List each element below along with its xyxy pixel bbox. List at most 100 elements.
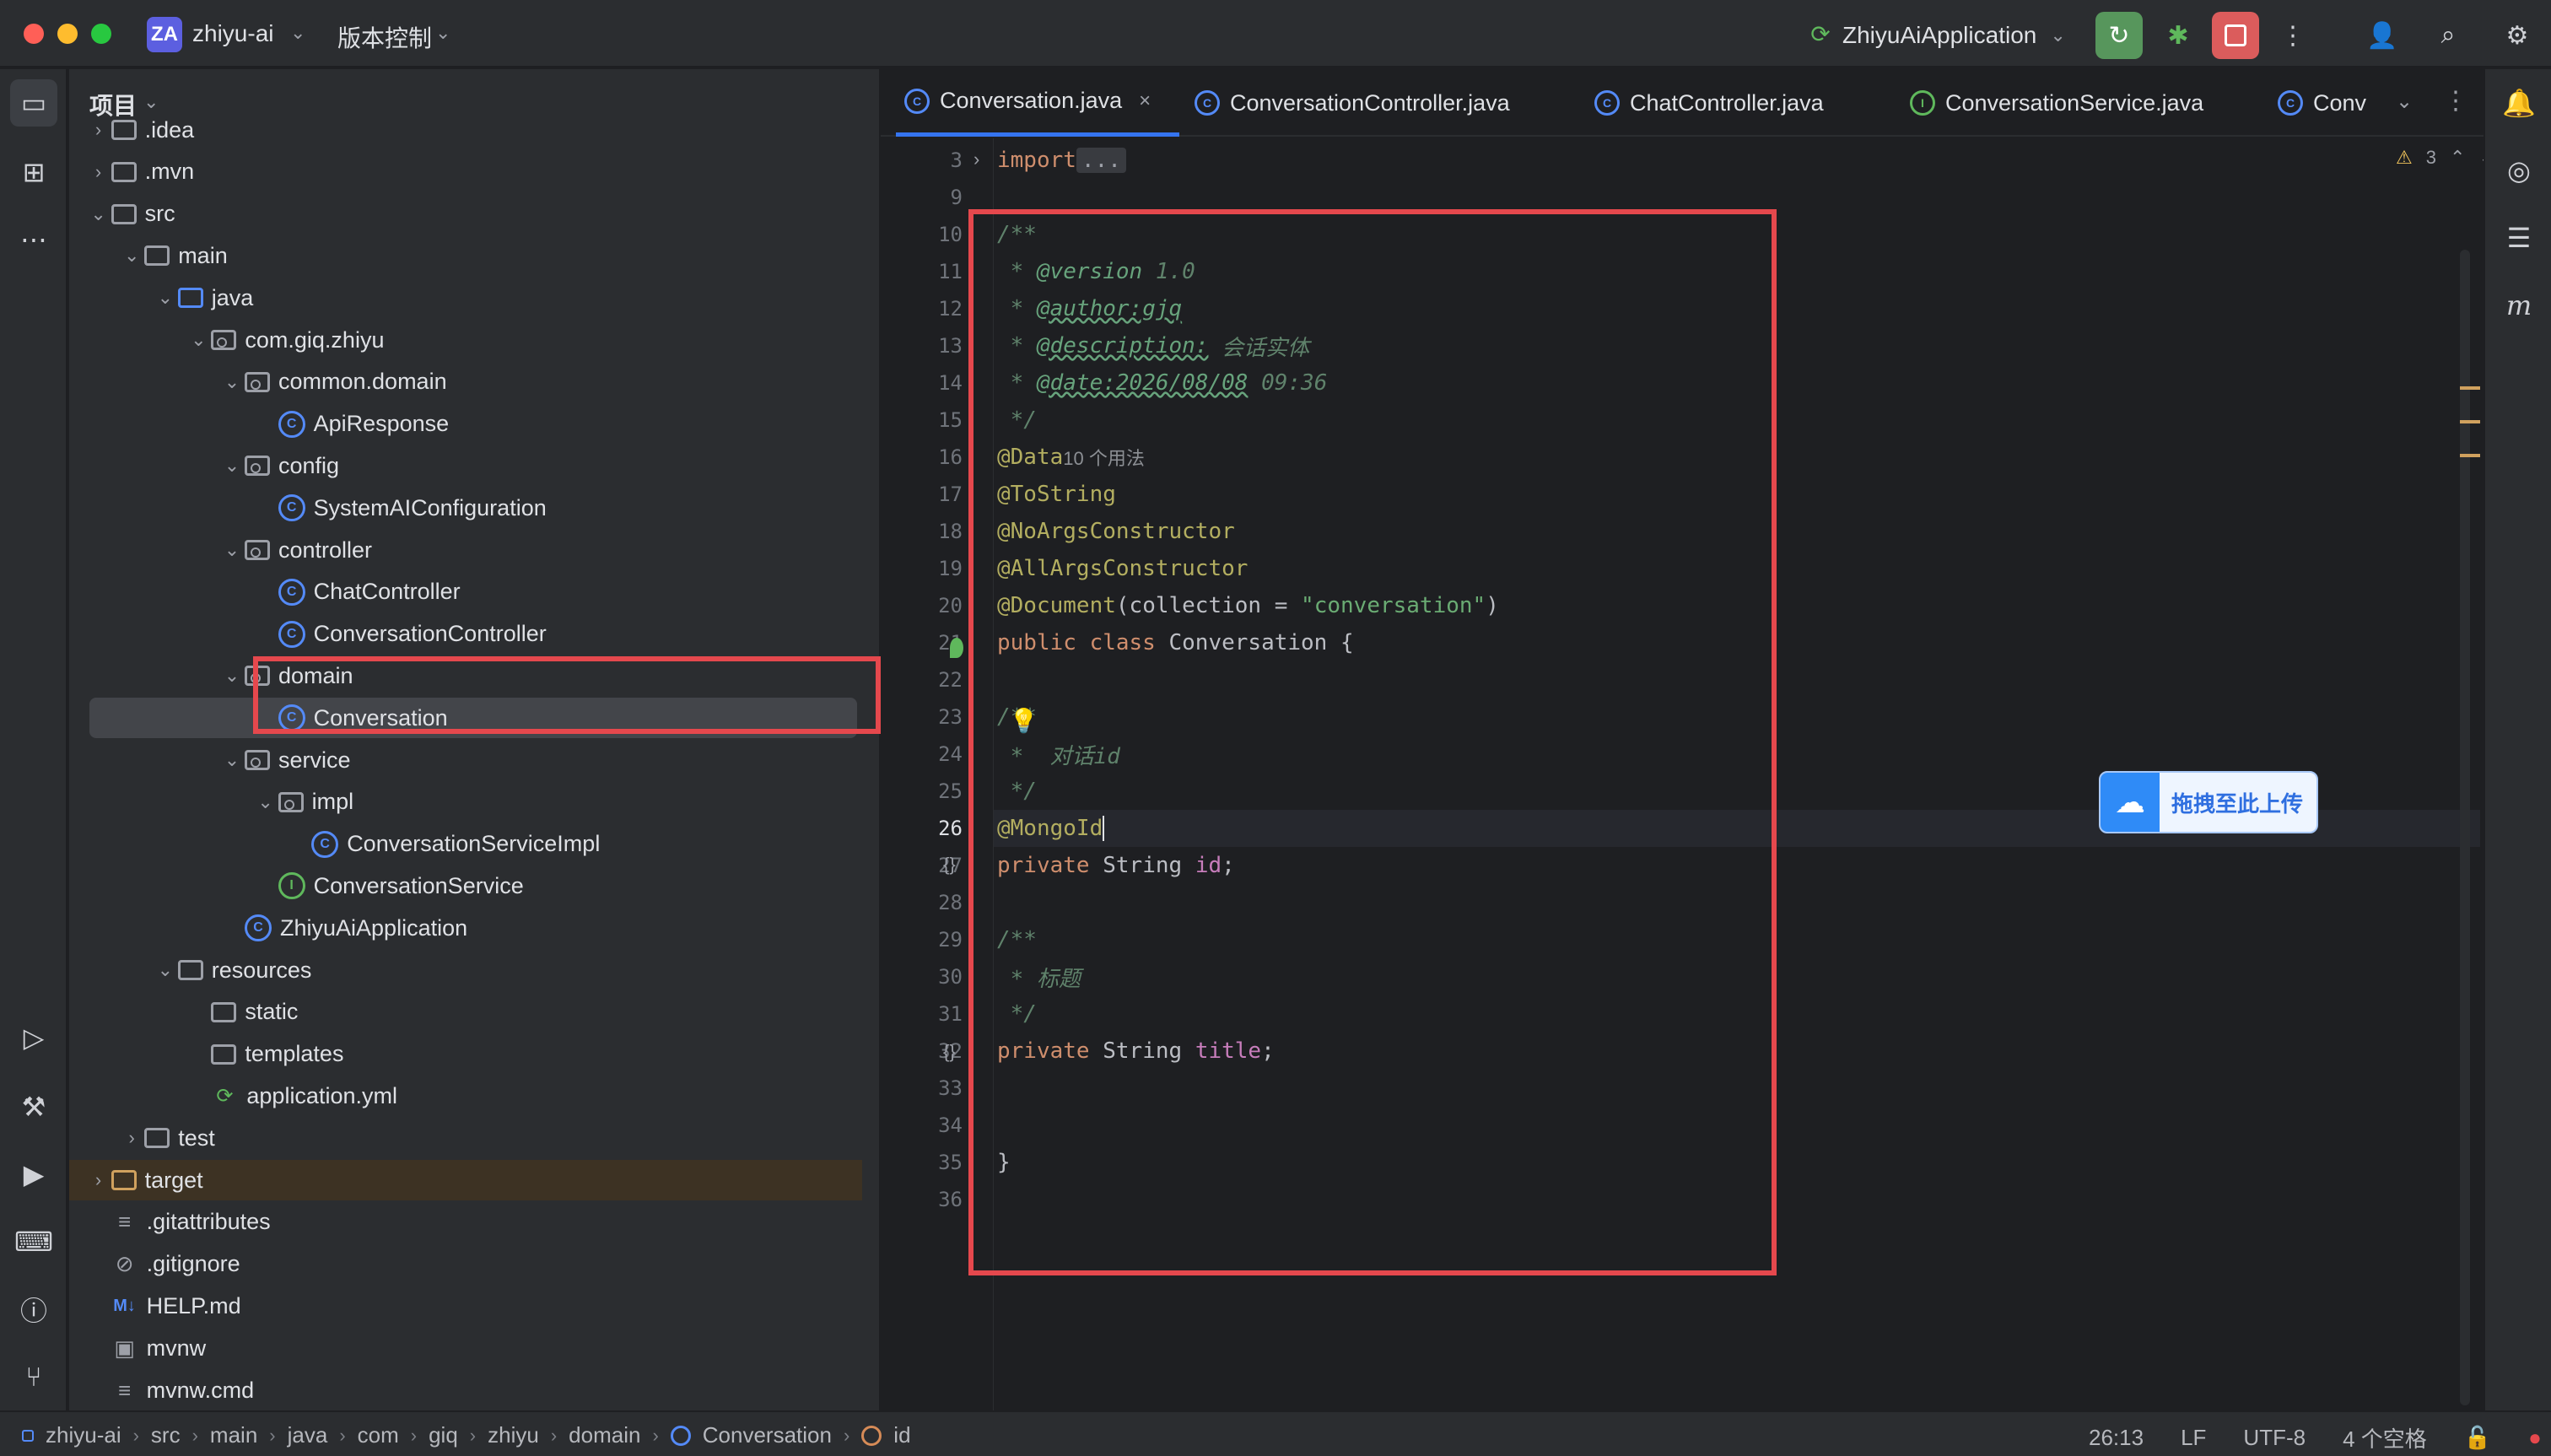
indent-setting[interactable]: 4 个空格: [2343, 1422, 2427, 1453]
chevron-right-icon[interactable]: ›: [86, 119, 111, 141]
tree-item[interactable]: ⌄ controller: [69, 530, 862, 570]
project-name[interactable]: zhiyu-ai: [192, 20, 273, 47]
vcs-menu[interactable]: 版本控制: [337, 20, 432, 54]
chevron-down-icon[interactable]: ⌄: [153, 287, 178, 309]
tree-item[interactable]: ⌄ com.giq.zhiyu: [69, 320, 862, 360]
project-tool-button[interactable]: ▭: [10, 79, 57, 127]
terminal-tool-button[interactable]: ⌨: [10, 1218, 57, 1265]
run-config-selector[interactable]: ⟳ ZhiyuAiApplication ⌄: [1805, 19, 2066, 52]
editor-tab[interactable]: C Conv: [2278, 69, 2366, 137]
build-tool-button[interactable]: ⚒: [10, 1083, 57, 1130]
chevron-down-icon[interactable]: ⌄: [153, 959, 178, 981]
breadcrumb-item[interactable]: java: [288, 1422, 328, 1448]
chevron-down-icon[interactable]: ⌄: [219, 455, 245, 477]
tree-item[interactable]: ⌄ common.domain: [69, 362, 862, 402]
tree-item[interactable]: ⌄ main: [69, 235, 862, 276]
tree-item[interactable]: › .idea: [69, 110, 862, 150]
inspection-widget[interactable]: ⚠ 3 ⌃ ⌄: [2396, 147, 2494, 169]
scroll-marker[interactable]: [2460, 420, 2480, 423]
breadcrumb-item[interactable]: zhiyu-ai: [46, 1422, 121, 1448]
close-window-button[interactable]: [24, 24, 44, 44]
chevron-down-icon[interactable]: ⌄: [219, 539, 245, 561]
chevron-right-icon[interactable]: ›: [86, 1169, 111, 1191]
ai-assistant-button[interactable]: ◎: [2497, 148, 2541, 192]
breadcrumb-item[interactable]: zhiyu: [488, 1422, 539, 1448]
chevron-down-icon[interactable]: ⌄: [253, 791, 278, 813]
lock-icon[interactable]: 🔓: [2464, 1425, 2491, 1451]
upload-drop-widget[interactable]: ☁ 拖拽至此上传: [2099, 771, 2318, 833]
editor-tab[interactable]: C ConversationController.java: [1195, 69, 1510, 137]
scroll-marker[interactable]: [2460, 386, 2480, 390]
zoom-window-button[interactable]: [91, 24, 111, 44]
tree-item[interactable]: ⟳ application.yml: [69, 1076, 862, 1116]
tree-item[interactable]: templates: [69, 1034, 862, 1075]
error-icon[interactable]: ●: [2528, 1425, 2542, 1451]
code-line[interactable]: import ...: [997, 142, 1126, 179]
breadcrumb-item[interactable]: id: [893, 1422, 910, 1448]
tree-item[interactable]: › test: [69, 1118, 862, 1158]
tree-item[interactable]: ⌄ config: [69, 445, 862, 486]
breadcrumb-item[interactable]: main: [210, 1422, 257, 1448]
breadcrumb-item[interactable]: giq: [429, 1422, 458, 1448]
git-tool-button[interactable]: ⑂: [10, 1353, 57, 1400]
settings-button[interactable]: ⚙: [2494, 12, 2541, 59]
problems-tool-button[interactable]: ⓘ: [10, 1286, 57, 1333]
minimize-window-button[interactable]: [57, 24, 78, 44]
editor-tab[interactable]: C ChatController.java: [1594, 69, 1824, 137]
chevron-right-icon[interactable]: ›: [86, 161, 111, 183]
chevron-down-icon[interactable]: ⌄: [435, 22, 450, 44]
code-with-me-button[interactable]: 👤: [2359, 12, 2406, 59]
debug-button[interactable]: ✱: [2155, 12, 2202, 59]
breadcrumb-item[interactable]: src: [151, 1422, 181, 1448]
chevron-down-icon[interactable]: ⌄: [290, 22, 305, 44]
breadcrumb-item[interactable]: domain: [569, 1422, 640, 1448]
stop-button[interactable]: [2212, 12, 2259, 59]
search-everywhere-button[interactable]: ⌕: [2424, 12, 2472, 59]
tree-item[interactable]: C ConversationServiceImpl: [69, 824, 862, 865]
chevron-down-icon[interactable]: ⌄: [86, 203, 111, 225]
tree-item[interactable]: ≡ .gitattributes: [69, 1202, 862, 1243]
tree-item[interactable]: I ConversationService: [69, 866, 862, 906]
project-badge[interactable]: ZA: [147, 17, 182, 52]
tree-item[interactable]: C ApiResponse: [69, 404, 862, 445]
tree-item[interactable]: ⊘ .gitignore: [69, 1244, 862, 1285]
tree-item[interactable]: ⌄ java: [69, 278, 862, 318]
notifications-button[interactable]: 🔔: [2497, 81, 2541, 125]
tree-item[interactable]: ⌄ impl: [69, 782, 862, 822]
rerun-button[interactable]: ↻: [2095, 12, 2143, 59]
editor-tab[interactable]: I ConversationService.java: [1910, 69, 2203, 137]
tab-more-button[interactable]: ⋮: [2443, 86, 2468, 116]
breadcrumb-item[interactable]: com: [358, 1422, 399, 1448]
run-tool-button[interactable]: ▶: [10, 1151, 57, 1198]
database-button[interactable]: ☰: [2497, 216, 2541, 260]
caret-position[interactable]: 26:13: [2089, 1425, 2144, 1451]
more-tools-button[interactable]: ⋯: [10, 216, 57, 263]
line-separator[interactable]: LF: [2181, 1425, 2206, 1451]
close-tab-icon[interactable]: ×: [1139, 89, 1151, 113]
breadcrumb-item[interactable]: Conversation: [703, 1422, 832, 1448]
chevron-down-icon[interactable]: ⌄: [219, 371, 245, 393]
editor-tab[interactable]: C Conversation.java ×: [896, 69, 1179, 137]
chevron-down-icon[interactable]: ⌄: [219, 749, 245, 771]
structure-tool-button[interactable]: ⊞: [10, 148, 57, 196]
tree-item[interactable]: ⌄ resources: [69, 950, 862, 990]
scroll-marker[interactable]: [2460, 454, 2480, 457]
tab-list-dropdown[interactable]: ⌄: [2396, 89, 2413, 114]
tree-item[interactable]: C ChatController: [69, 572, 862, 612]
chevron-down-icon[interactable]: ⌄: [219, 665, 245, 687]
tree-item[interactable]: ⌄ service: [69, 740, 862, 780]
tree-item[interactable]: static: [69, 992, 862, 1033]
chevron-right-icon[interactable]: ›: [119, 1127, 144, 1149]
file-encoding[interactable]: UTF-8: [2243, 1425, 2306, 1451]
tree-item[interactable]: › target: [69, 1160, 862, 1200]
tree-item[interactable]: C SystemAIConfiguration: [69, 488, 862, 528]
tree-item[interactable]: C ConversationController: [69, 614, 862, 655]
spring-bean-icon[interactable]: [950, 638, 963, 658]
tree-item[interactable]: C ZhiyuAiApplication: [69, 908, 862, 948]
tree-item[interactable]: ▣ mvnw: [69, 1328, 862, 1368]
tree-item[interactable]: › .mvn: [69, 152, 862, 192]
fold-chevron-icon[interactable]: ›: [973, 148, 979, 170]
chevron-up-icon[interactable]: ⌃: [2450, 147, 2465, 169]
more-actions-button[interactable]: ⋮: [2269, 12, 2316, 59]
tree-item[interactable]: M↓ HELP.md: [69, 1286, 862, 1326]
